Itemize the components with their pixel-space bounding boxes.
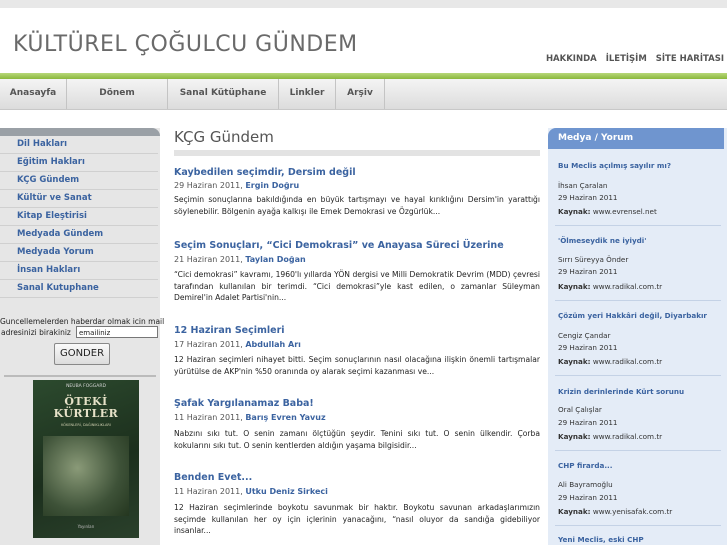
main-nav: Anasayfa Dönem Araştırmaları Sanal Kütüp…	[0, 79, 727, 126]
article-author[interactable]: Barış Evren Yavuz	[245, 413, 325, 422]
commentary-date: 29 Haziran 2011	[558, 267, 618, 276]
commentary-author: Ali Bayramoğlu	[558, 480, 613, 489]
book-title-line-2: KÜRTLER	[53, 407, 119, 420]
commentary-title[interactable]: CHP firarda...	[558, 461, 613, 470]
article-meta: 11 Haziran 2011, Utku Deniz Sirkeci	[174, 487, 328, 496]
commentary-divider	[555, 450, 721, 451]
top-links: HAKKINDA İLETİŞİM SİTE HARİTASI	[540, 54, 724, 64]
source-label: Kaynak:	[558, 507, 591, 516]
book-title: ÖTEKİ KÜRTLER	[33, 396, 139, 420]
commentary-source: Kaynak: www.radikal.com.tr	[558, 282, 662, 291]
sidebar-item-education-rights[interactable]: Eğitim Hakları	[0, 154, 158, 172]
commentary-source: Kaynak: www.yenisafak.com.tr	[558, 507, 672, 516]
article-title[interactable]: Seçim Sonuçları, “Cici Demokrasi” ve Ana…	[174, 240, 504, 251]
source-label: Kaynak:	[558, 282, 591, 291]
commentary-divider	[555, 525, 721, 526]
sidebar-item-book-review[interactable]: Kitap Eleştirisi	[0, 208, 158, 226]
site-header: KÜLTÜREL ÇOĞULCU GÜNDEM HAKKINDA İLETİŞİ…	[0, 8, 727, 76]
book-subtitle: KÖKENLERİ, DAĞINIKLIKLARI	[61, 423, 111, 427]
article-meta: 11 Haziran 2011, Barış Evren Yavuz	[174, 413, 326, 422]
article-excerpt: Seçimin sonuçlarına bakıldığında en büyü…	[174, 195, 540, 216]
commentary-author: İhsan Çaralan	[558, 181, 608, 190]
title-underline	[174, 150, 540, 156]
nav-item-home[interactable]: Anasayfa	[0, 79, 67, 109]
article-meta: 17 Haziran 2011, Abdullah Arı	[174, 340, 301, 349]
commentary-date: 29 Haziran 2011	[558, 418, 618, 427]
book-publisher: Yayınları	[77, 524, 95, 529]
sidebar-item-culture-art[interactable]: Kültür ve Sanat	[0, 190, 158, 208]
article-author[interactable]: Taylan Doğan	[245, 255, 305, 264]
article-date: 17 Haziran 2011,	[174, 340, 243, 349]
book-cover-photo	[43, 436, 129, 516]
send-button[interactable]: GONDER	[54, 343, 110, 365]
article-author[interactable]: Ergin Doğru	[245, 181, 299, 190]
commentary-author: Sırrı Süreyya Önder	[558, 255, 629, 264]
sidebar-item-media-agenda[interactable]: Medyada Gündem	[0, 226, 158, 244]
commentary-title[interactable]: 'Ölmeseydik ne iyiydi'	[558, 236, 646, 245]
commentary-source: Kaynak: www.radikal.com.tr	[558, 357, 662, 366]
article-author[interactable]: Abdullah Arı	[245, 340, 301, 349]
source-value: www.radikal.com.tr	[592, 282, 663, 291]
source-label: Kaynak:	[558, 432, 591, 441]
article-excerpt: 12 Haziran seçimlerinde boykotu savunmak…	[174, 503, 540, 535]
site-title[interactable]: KÜLTÜREL ÇOĞULCU GÜNDEM	[13, 32, 358, 57]
article-date: 11 Haziran 2011,	[174, 413, 243, 422]
nav-item-archive[interactable]: Arşiv	[336, 79, 385, 109]
source-label: Kaynak:	[558, 207, 591, 216]
top-link-sitemap[interactable]: SİTE HARİTASI	[656, 54, 724, 64]
article-date: 11 Haziran 2011,	[174, 487, 243, 496]
commentary-divider	[555, 225, 721, 226]
sidebar-item-kcg-agenda[interactable]: KÇG Gündem	[0, 172, 158, 190]
commentary-title[interactable]: Çözüm yeri Hakkâri değil, Diyarbakır	[558, 311, 707, 320]
nav-item-library[interactable]: Sanal Kütüphane	[168, 79, 279, 109]
source-value: www.radikal.com.tr	[592, 432, 663, 441]
source-value: www.evrensel.net	[592, 207, 657, 216]
source-value: www.radikal.com.tr	[592, 357, 663, 366]
commentary-divider	[555, 375, 721, 376]
book-author: NEUBA FOGGARD	[66, 384, 106, 389]
article-excerpt: Nabzını sıkı tut. O senin zamanı ölçtüğü…	[174, 429, 540, 450]
article-excerpt: 12 Haziran seçimleri nihayet bitti. Seçi…	[174, 355, 540, 376]
article-title[interactable]: Kaybedilen seçimdir, Dersim değil	[174, 167, 356, 178]
email-field[interactable]: emailiniz	[76, 326, 158, 338]
right-sidebar-heading: Medya / Yorum	[548, 128, 724, 149]
source-label: Kaynak:	[558, 357, 591, 366]
article-title[interactable]: 12 Haziran Seçimleri	[174, 325, 285, 336]
commentary-date: 29 Haziran 2011	[558, 193, 618, 202]
top-link-contact[interactable]: İLETİŞİM	[606, 54, 647, 64]
commentary-title[interactable]: Bu Meclis açılmış sayılır mı?	[558, 161, 671, 170]
newsletter-form: Guncellemelerden haberdar olmak icin mai…	[0, 306, 164, 371]
article-author[interactable]: Utku Deniz Sirkeci	[245, 487, 328, 496]
page-title: KÇG Gündem	[174, 128, 274, 146]
sidebar-divider	[4, 375, 156, 377]
article-excerpt: “Cici demokrasi” kavramı, 1960'lı yıllar…	[174, 270, 540, 302]
sidebar-item-virtual-library[interactable]: Sanal Kutuphane	[0, 280, 158, 298]
sidebar-item-language-rights[interactable]: Dil Hakları	[0, 136, 158, 154]
page: KÜLTÜREL ÇOĞULCU GÜNDEM HAKKINDA İLETİŞİ…	[0, 0, 727, 545]
commentary-divider	[555, 300, 721, 301]
commentary-date: 29 Haziran 2011	[558, 493, 618, 502]
article-title[interactable]: Şafak Yargılanamaz Baba!	[174, 398, 314, 409]
sidebar-item-media-commentary[interactable]: Medyada Yorum	[0, 244, 158, 262]
commentary-source: Kaynak: www.evrensel.net	[558, 207, 657, 216]
left-sidebar-tab	[0, 128, 160, 136]
commentary-date: 29 Haziran 2011	[558, 343, 618, 352]
top-link-about[interactable]: HAKKINDA	[546, 54, 597, 64]
article-date: 29 Haziran 2011,	[174, 181, 243, 190]
source-value: www.yenisafak.com.tr	[592, 507, 673, 516]
article-meta: 29 Haziran 2011, Ergin Doğru	[174, 181, 299, 190]
nav-item-research[interactable]: Dönem Araştırmaları	[67, 79, 168, 126]
commentary-source: Kaynak: www.radikal.com.tr	[558, 432, 662, 441]
book-cover[interactable]: NEUBA FOGGARD ÖTEKİ KÜRTLER KÖKENLERİ, D…	[33, 380, 139, 538]
article-meta: 21 Haziran 2011, Taylan Doğan	[174, 255, 306, 264]
commentary-author: Oral Çalışlar	[558, 405, 602, 414]
commentary-author: Cengiz Çandar	[558, 331, 611, 340]
nav-item-links[interactable]: Linkler	[279, 79, 336, 109]
commentary-title[interactable]: Yeni Meclis, eski CHP	[558, 535, 644, 544]
commentary-title[interactable]: Krizin derinlerinde Kürt sorunu	[558, 387, 684, 396]
sidebar-item-human-rights[interactable]: İnsan Hakları	[0, 262, 158, 280]
article-date: 21 Haziran 2011,	[174, 255, 243, 264]
article-title[interactable]: Benden Evet...	[174, 472, 252, 483]
